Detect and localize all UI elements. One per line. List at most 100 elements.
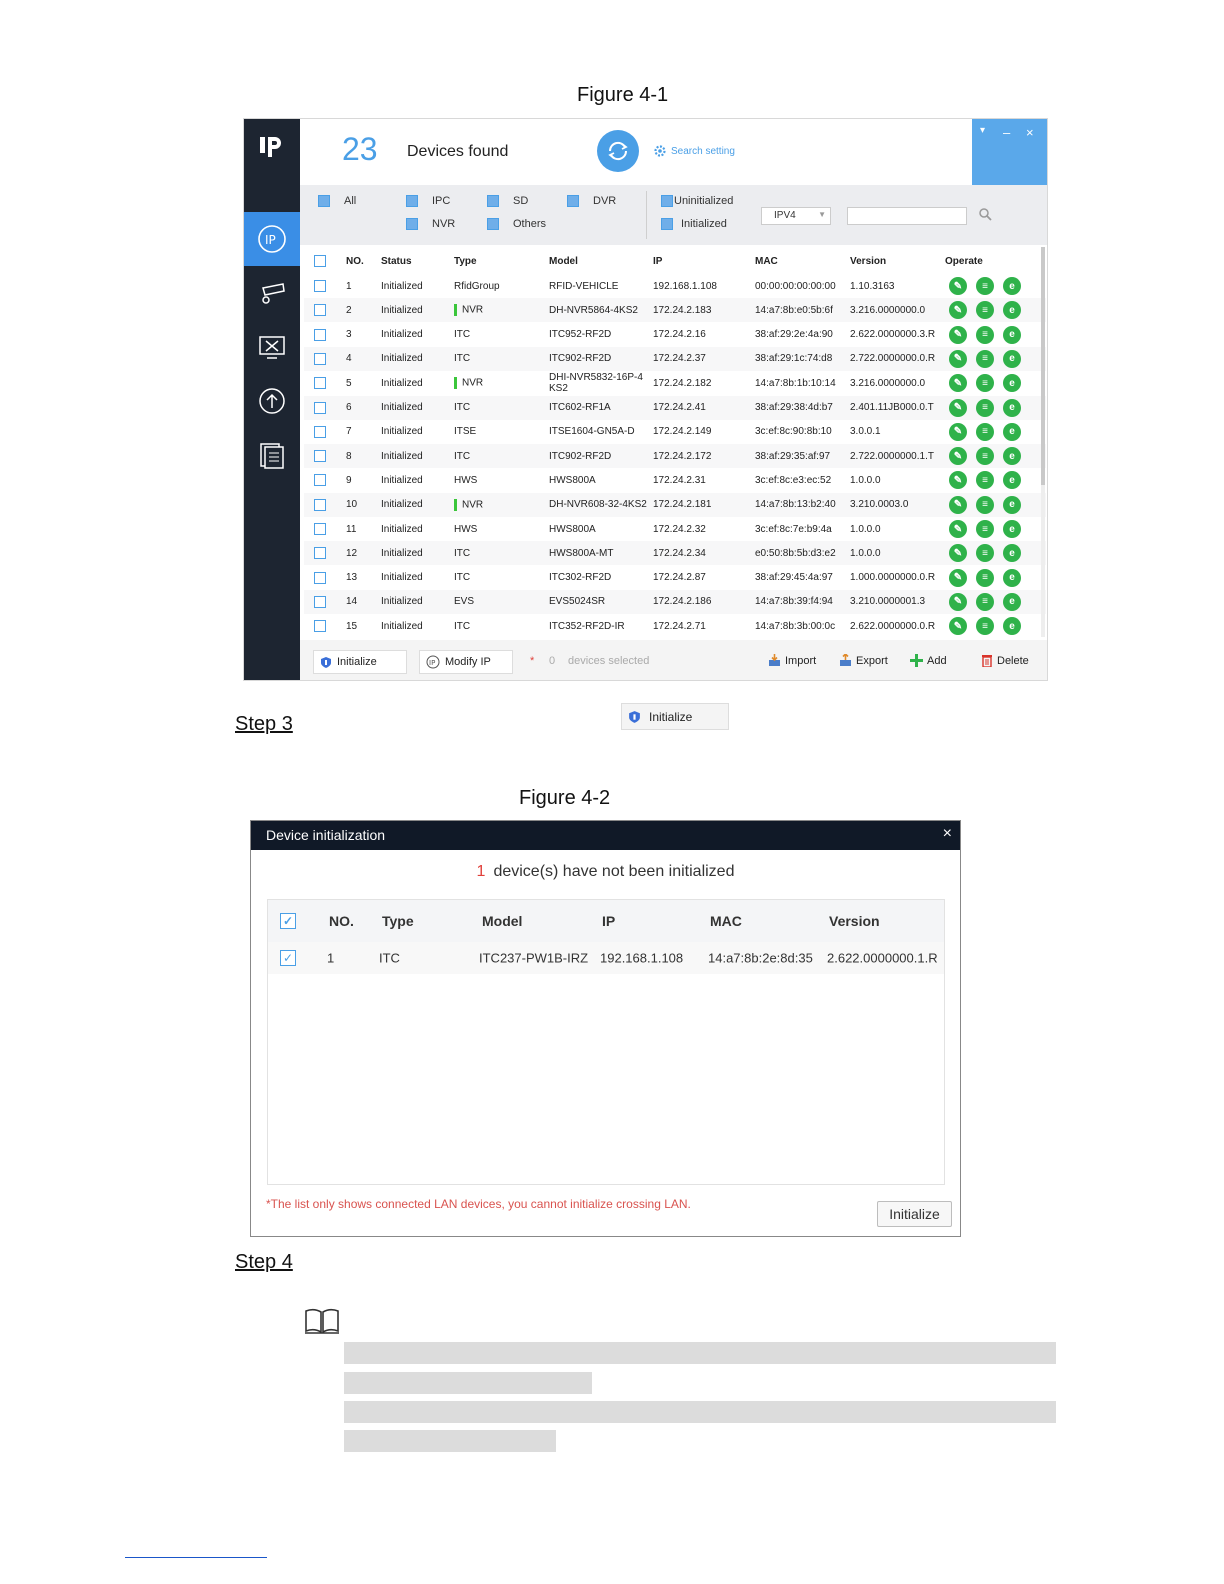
close-icon[interactable]: × [1026,125,1034,140]
details-icon[interactable]: ≡ [976,277,994,295]
row-checkbox[interactable] [314,595,326,608]
filter-sd[interactable]: SD [487,195,528,207]
browser-icon[interactable]: e [1003,592,1021,611]
edit-icon[interactable]: ✎ [949,617,967,636]
filter-ipc-checkbox[interactable] [406,195,418,207]
edit-icon[interactable]: ✎ [949,447,967,466]
filter-sd-checkbox[interactable] [487,195,499,207]
details-icon[interactable]: ≡ [976,544,994,563]
filter-ipc[interactable]: IPC [406,195,450,207]
close-icon[interactable]: × [943,825,952,843]
search-icon[interactable] [978,207,992,224]
step-3-initialize-button[interactable]: Initialize [621,703,729,730]
table-row[interactable]: 1 Initialized RfidGroup RFID-VEHICLE 192.168… [304,274,1046,298]
row-checkbox[interactable] [314,450,326,463]
row-checkbox[interactable] [314,620,326,633]
filter-others[interactable]: Others [487,218,546,230]
filter-others-checkbox[interactable] [487,218,499,230]
refresh-search-button[interactable] [597,130,639,172]
filter-all-checkbox[interactable] [318,195,330,207]
table-row[interactable]: 14 Initialized EVS EVS5024SR 172.24.2.186 14:… [304,589,1046,614]
row-checkbox[interactable] [314,498,326,511]
filter-dvr-checkbox[interactable] [567,195,579,207]
details-icon[interactable]: ≡ [976,422,994,441]
table-row[interactable]: ✓ 1 ITC ITC237-PW1B-IRZ 192.168.1.108 14… [268,942,944,974]
dialog-initialize-button[interactable]: Initialize [877,1201,952,1227]
browser-icon[interactable]: e [1003,544,1021,563]
browser-icon[interactable]: e [1003,495,1021,514]
details-icon[interactable]: ≡ [976,301,994,320]
ip-version-select[interactable]: IPV4 ▼ [761,207,831,225]
browser-icon[interactable]: e [1003,277,1021,295]
search-setting-link[interactable]: Search setting [653,144,735,158]
row-checkbox[interactable] [314,547,326,560]
table-row[interactable]: 4 Initialized ITC ITC902-RF2D 172.24.2.37 38:… [304,346,1046,371]
sidebar-item-camera[interactable] [244,266,300,320]
initialize-button[interactable]: Initialize [313,650,407,674]
filter-all[interactable]: All [318,195,356,207]
edit-icon[interactable]: ✎ [949,301,967,320]
browser-icon[interactable]: e [1003,617,1021,636]
edit-icon[interactable]: ✎ [949,471,967,490]
row-checkbox[interactable]: ✓ [280,950,296,966]
table-row[interactable]: 12 Initialized ITC HWS800A-MT 172.24.2.34 e0:… [304,541,1046,566]
row-checkbox[interactable] [314,280,326,292]
table-row[interactable]: 3 Initialized ITC ITC952-RF2D 172.24.2.16 38:… [304,323,1046,347]
row-checkbox[interactable] [314,425,326,438]
browser-icon[interactable]: e [1003,568,1021,587]
edit-icon[interactable]: ✎ [949,374,967,393]
filter-uninitialized[interactable]: Uninitialized [661,195,733,207]
sidebar-item-ip[interactable]: IP [244,212,300,266]
table-row[interactable]: 7 Initialized ITSE ITSE1604-GN5A-D 172.24.2.… [304,420,1046,444]
browser-icon[interactable]: e [1003,447,1021,466]
edit-icon[interactable]: ✎ [949,398,967,417]
import-button[interactable]: Import [768,654,816,667]
row-checkbox[interactable] [314,328,326,341]
filter-initialized-checkbox[interactable] [661,218,673,230]
dialog-select-all-checkbox[interactable]: ✓ [280,913,296,929]
edit-icon[interactable]: ✎ [949,349,967,368]
sidebar-item-tools[interactable] [244,320,300,374]
table-row[interactable]: 5 Initialized NVR DHI-NVR5832-16P-4KS2 172.2… [304,371,1046,395]
details-icon[interactable]: ≡ [976,349,994,368]
table-row[interactable]: 15 Initialized ITC ITC352-RF2D-IR 172.24.2.7… [304,614,1046,638]
details-icon[interactable]: ≡ [976,374,994,393]
edit-icon[interactable]: ✎ [949,544,967,563]
row-checkbox[interactable] [314,474,326,487]
edit-icon[interactable]: ✎ [949,325,967,344]
filter-uninitialized-checkbox[interactable] [661,195,673,207]
details-icon[interactable]: ≡ [976,471,994,490]
edit-icon[interactable]: ✎ [949,277,967,295]
table-row[interactable]: 10 Initialized NVR DH-NVR608-32-4KS2 172.24.… [304,492,1046,517]
table-row[interactable]: 8 Initialized ITC ITC902-RF2D 172.24.2.172 38… [304,444,1046,469]
edit-icon[interactable]: ✎ [949,422,967,441]
edit-icon[interactable]: ✎ [949,592,967,611]
details-icon[interactable]: ≡ [976,398,994,417]
add-button[interactable]: Add [910,654,947,667]
filter-nvr-checkbox[interactable] [406,218,418,230]
row-checkbox[interactable] [314,352,326,365]
details-icon[interactable]: ≡ [976,520,994,538]
select-all-checkbox[interactable] [314,255,326,267]
sidebar-item-documents[interactable] [244,428,300,482]
minimize-icon[interactable]: – [1003,125,1010,140]
details-icon[interactable]: ≡ [976,568,994,587]
details-icon[interactable]: ≡ [976,617,994,636]
details-icon[interactable]: ≡ [976,592,994,611]
sidebar-item-upgrade[interactable] [244,374,300,428]
table-row[interactable]: 9 Initialized HWS HWS800A 172.24.2.31 3c:ef:8… [304,468,1046,492]
browser-icon[interactable]: e [1003,301,1021,320]
browser-icon[interactable]: e [1003,349,1021,368]
browser-icon[interactable]: e [1003,520,1021,538]
filter-dvr[interactable]: DVR [567,195,616,207]
row-checkbox[interactable] [314,571,326,584]
details-icon[interactable]: ≡ [976,325,994,344]
table-row[interactable]: 11 Initialized HWS HWS800A 172.24.2.32 3c:ef:… [304,517,1046,541]
export-button[interactable]: Export [839,654,888,667]
browser-icon[interactable]: e [1003,325,1021,344]
row-checkbox[interactable] [314,523,326,535]
delete-button[interactable]: Delete [981,654,1029,667]
row-checkbox[interactable] [314,401,326,414]
scrollbar-thumb[interactable] [1041,247,1045,485]
filter-initialized[interactable]: Initialized [661,218,727,230]
